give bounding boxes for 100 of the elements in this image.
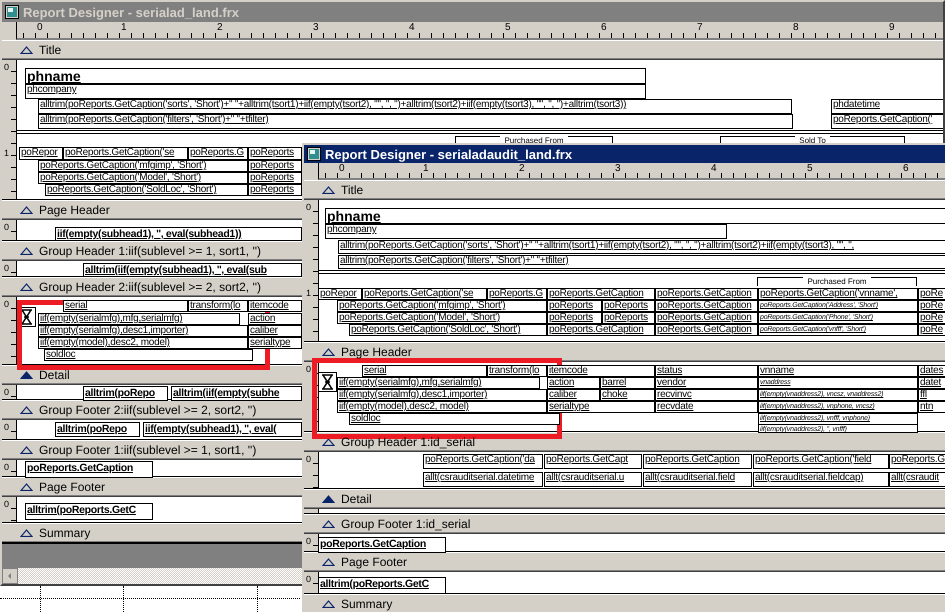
report-field[interactable]: phname	[325, 208, 945, 224]
band-bar[interactable]: Page Header	[2, 200, 302, 219]
band-bar[interactable]: Summary	[2, 523, 302, 542]
report-field[interactable]: poReports.GetCaption	[643, 454, 752, 469]
report-field[interactable]: poReports.GetCaption('	[831, 114, 943, 129]
report-field[interactable]: poReports.GetCaption('SoldLoc', 'Short')	[349, 324, 547, 336]
report-field[interactable]: itemcode	[248, 300, 302, 312]
report-field[interactable]: datet	[918, 377, 945, 389]
report-field[interactable]: iif(empty(model),desc2, model)	[38, 337, 248, 349]
report-field[interactable]: phcompany	[325, 224, 727, 239]
report-field[interactable]: soldloc	[349, 413, 560, 425]
report-field[interactable]: poRepor	[318, 288, 362, 300]
report-field[interactable]: barrel	[600, 377, 655, 389]
report-field[interactable]: poReports.GetCaption('mfgimp', 'Short')	[337, 300, 547, 312]
report-field[interactable]: poReports.GetCaption('Model', 'Short')	[38, 172, 248, 184]
report-field[interactable]: poRe	[918, 312, 945, 324]
report-field[interactable]: poRepor	[19, 147, 63, 160]
report-field[interactable]: allt(csrauditserial.fieldcap)	[753, 472, 889, 487]
report-field[interactable]: caliber	[248, 325, 302, 337]
report-field[interactable]: poReports	[547, 300, 602, 312]
report-field[interactable]: alltrim(poReports.GetC	[318, 577, 446, 594]
report-field[interactable]: alltrim(poReports.GetCaption('filters', 'Short')+" "+tfilter)	[338, 255, 945, 269]
report-field[interactable]: poReports.GetCaption	[547, 288, 655, 300]
report-field[interactable]: poReports.GetCaption('se	[63, 147, 188, 160]
report-field[interactable]: poReports	[248, 160, 302, 172]
band-bar[interactable]: Title	[304, 180, 945, 199]
report-field[interactable]: phcompany	[25, 84, 646, 99]
report-field[interactable]: alltrim(iif(empty(subhe	[171, 386, 302, 401]
report-field[interactable]: serial	[362, 365, 487, 377]
report-field[interactable]: iif(empty(subhead1), '', eval(	[143, 422, 302, 437]
report-field[interactable]: poReports.GetCaption	[655, 288, 758, 300]
report-field[interactable]: poReports.GetCaption('se	[362, 288, 487, 300]
report-field[interactable]: allt(csrauditserial.datetime	[423, 472, 543, 487]
report-field[interactable]: vendor	[655, 377, 758, 389]
report-field[interactable]: alltrim(poReports.GetC	[25, 503, 153, 520]
report-field[interactable]: alltrim(poRepo	[55, 422, 140, 437]
report-field[interactable]: poRe	[918, 300, 945, 312]
report-field[interactable]: ffl	[918, 389, 945, 401]
report-field[interactable]: poReports	[248, 184, 302, 196]
report-field[interactable]: transform(lo	[188, 300, 248, 312]
report-field[interactable]: action	[547, 377, 600, 389]
report-field[interactable]: iif(empty(serialmfg),desc1,importer)	[38, 325, 248, 337]
report-field[interactable]: recvdate	[655, 401, 758, 413]
report-field[interactable]: recvinvc	[655, 389, 758, 401]
report-field[interactable]: allt(csrauditserial.field	[643, 472, 752, 487]
report-field[interactable]: itemcode	[547, 365, 655, 377]
report-field[interactable]: poReports.GetCaption('field	[753, 454, 889, 469]
report-field[interactable]: phname	[25, 68, 646, 84]
report-field[interactable]: poReports.GetCaption('mfgimp', 'Short')	[38, 160, 248, 172]
report-field[interactable]: iif(empty(serialmfg),desc1,importer)	[337, 389, 547, 401]
report-field[interactable]: serial	[63, 300, 188, 312]
report-field[interactable]: status	[655, 365, 758, 377]
report-field[interactable]: choke	[600, 389, 655, 401]
horizontal-scrollbar[interactable]	[2, 568, 302, 584]
report-field[interactable]: poReports.GetCaption	[655, 312, 758, 324]
report-field[interactable]: poReports	[602, 300, 655, 312]
band-bar[interactable]: Group Footer 1:iif(sublevel >= 1, sort1, '')	[2, 440, 302, 459]
report-field[interactable]: poRe	[918, 324, 945, 336]
band-bar[interactable]: Group Footer 1:id_serial	[304, 514, 945, 533]
report-field[interactable]: phdatetime	[831, 99, 943, 114]
report-field[interactable]: poReports.GetCaption('Model', 'Short')	[337, 312, 547, 324]
report-field[interactable]: poReports.GetCaption('SoldLoc', 'Short')	[45, 184, 248, 196]
report-field[interactable]: poReports	[248, 172, 302, 184]
report-field[interactable]: alltrim(poReports.GetCaption('sorts', 'Short')+" "+alltrim(tsort1)+iif(empty(tsort2), "", ", ")+alltrim(tsort2)+iif(empty(tsort3), "", ", ")+alltrim(tsort3))	[38, 99, 792, 114]
report-field[interactable]: alltrim(poReports.GetCaption('sorts', 'Short')+" "+alltrim(tsort1)+iif(empty(tsort2), "", ", ")+alltrim(tsort2)+iif(empty(tsort3), "", ",	[338, 240, 945, 254]
report-field[interactable]: poReports	[602, 312, 655, 324]
band-bar[interactable]: Group Header 1:iif(sublevel >= 1, sort1, '')	[2, 241, 302, 260]
report-field[interactable]: alltrim(iif(empty(subhead1), '', eval(sub	[83, 263, 302, 277]
report-field[interactable]: poReports.G	[889, 454, 945, 469]
report-field[interactable]: poReports	[547, 312, 602, 324]
report-field[interactable]: iif(empty(model),desc2, model)	[337, 401, 547, 413]
report-field[interactable]: ntn	[918, 401, 945, 413]
report-field[interactable]: dates	[918, 365, 945, 377]
report-field[interactable]: transform(lo	[487, 365, 547, 377]
report-field[interactable]: poReports.GetCaption	[547, 324, 655, 336]
band-bar[interactable]: Detail	[304, 489, 945, 508]
report-field[interactable]: poRe	[918, 288, 945, 300]
band-bar[interactable]: Page Footer	[2, 477, 302, 496]
report-field[interactable]: allt(csraudit	[889, 472, 945, 487]
report-field[interactable]: action	[248, 313, 302, 325]
report-field[interactable]: iif(empty(serialmfg),mfg,serialmfg)	[337, 377, 540, 389]
report-field[interactable]: poReports.GetCaption	[318, 537, 446, 553]
band-bar[interactable]: Summary	[304, 594, 945, 612]
band-bar[interactable]: Group Header 2:iif(sublevel >= 2, sort2, '')	[2, 277, 302, 296]
report-field[interactable]: caliber	[547, 389, 600, 401]
report-field[interactable]: iif(empty(subhead1), '', eval(subhead1))	[55, 227, 302, 241]
report-field[interactable]: poReports	[248, 147, 302, 160]
band-bar[interactable]: Group Footer 2:iif(sublevel >= 2, sort2, '')	[2, 400, 302, 419]
band-bar[interactable]: Page Footer	[304, 552, 945, 571]
report-field[interactable]: vnname	[758, 365, 918, 377]
report-field[interactable]: poReports.GetCaption('vnname',	[758, 288, 918, 300]
report-field[interactable]: poReports.GetCaption('da	[423, 454, 543, 469]
report-field[interactable]: alltrim(poReports.GetCaption('filters', 'Short')+" "+tfilter)	[38, 114, 793, 129]
report-field[interactable]: poReports.GetCaption	[25, 461, 153, 478]
report-field[interactable]: allt(csrauditserial.u	[544, 472, 642, 487]
band-bar[interactable]: Page Header	[304, 342, 945, 361]
report-field[interactable]: poReports.G	[487, 288, 547, 300]
report-field[interactable]: iif(empty(serialmfg),mfg,serialmfg)	[38, 313, 240, 325]
report-field[interactable]: serialtype	[248, 337, 302, 349]
report-field[interactable]: alltrim(poRepo	[83, 386, 168, 401]
